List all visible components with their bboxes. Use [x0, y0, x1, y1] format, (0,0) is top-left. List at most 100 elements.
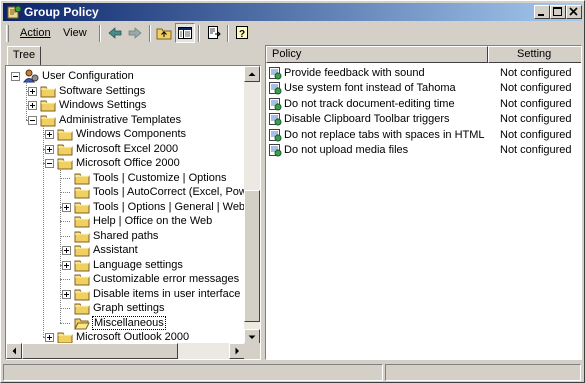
tab-tree[interactable]: Tree — [7, 46, 41, 65]
tree-connector-line — [60, 192, 70, 193]
tree-item[interactable]: Graph settings — [6, 301, 245, 315]
maximize-button[interactable] — [550, 5, 566, 19]
tree-item[interactable]: Miscellaneous — [6, 315, 245, 330]
tree-item[interactable]: Microsoft Excel 2000 — [6, 142, 245, 156]
toolbar-grip[interactable] — [6, 25, 9, 42]
vertical-scroll-thumb[interactable] — [244, 190, 260, 322]
show-hide-tree-icon — [178, 27, 192, 39]
tree-item[interactable]: Microsoft Outlook 2000 — [6, 330, 245, 344]
collapse-icon[interactable] — [45, 159, 54, 168]
scroll-up-button[interactable] — [244, 66, 260, 82]
folder-icon — [74, 303, 90, 315]
left-tab-strip: Tree — [4, 45, 261, 65]
back-button[interactable] — [105, 23, 125, 43]
collapse-icon[interactable] — [28, 115, 37, 125]
tree-item[interactable]: Tools | AutoCorrect (Excel, PowerP — [6, 185, 245, 199]
tree-item[interactable]: Windows Components — [6, 127, 245, 141]
toolbar-separator — [227, 25, 229, 42]
policy-setting-value: Not configured — [500, 128, 572, 141]
scroll-right-button[interactable] — [229, 343, 245, 359]
folder-icon — [40, 100, 56, 112]
folder-icon — [74, 289, 90, 300]
tree-item-label: Customizable error messages — [93, 273, 240, 285]
expand-icon[interactable] — [62, 246, 71, 255]
tree-item[interactable]: Language settings — [6, 258, 245, 272]
tree-item[interactable]: Assistant — [6, 243, 245, 257]
expand-icon[interactable] — [28, 101, 37, 110]
tree-item-label: Tools | Customize | Options — [93, 171, 227, 184]
tree-item[interactable]: User Configuration — [6, 69, 245, 83]
title-bar[interactable]: Group Policy — [3, 3, 582, 21]
folder-icon — [40, 115, 56, 126]
tree-item-label: Software Settings — [59, 84, 146, 97]
tree-view[interactable]: User Configuration Software Settings Windo… — [6, 66, 245, 345]
collapse-icon[interactable] — [11, 72, 20, 81]
tree-vertical-scrollbar[interactable] — [244, 66, 260, 345]
horizontal-scroll-thumb[interactable] — [22, 343, 178, 359]
export-list-button[interactable] — [204, 23, 224, 43]
tree-connector-line — [60, 279, 70, 280]
column-header-policy[interactable]: Policy — [266, 46, 488, 63]
policy-row[interactable]: Do not replace tabs with spaces in HTML N… — [266, 128, 581, 143]
expand-icon[interactable] — [62, 202, 71, 212]
folder-icon — [74, 202, 90, 213]
policy-setting-icon — [269, 113, 282, 126]
folder-open-icon — [74, 318, 90, 329]
menu-action[interactable]: Action — [17, 26, 54, 42]
forward-button[interactable] — [125, 23, 145, 43]
tree-item-label: Tools | AutoCorrect (Excel, PowerP — [93, 186, 245, 198]
policy-name: Provide feedback with sound — [284, 67, 425, 79]
policy-row[interactable]: Do not track document-editing time Not co… — [266, 97, 581, 112]
tree-item[interactable]: Shared paths — [6, 229, 245, 243]
tree-horizontal-scrollbar[interactable] — [6, 343, 245, 359]
tree-item[interactable]: Administrative Templates — [6, 113, 245, 127]
menu-action-label: Action — [20, 27, 51, 39]
column-header-setting[interactable]: Setting — [488, 46, 581, 63]
toolbar-separator — [149, 25, 151, 42]
scroll-left-button[interactable] — [6, 343, 22, 359]
tree-item[interactable]: Tools | Options | General | Web Op — [6, 200, 245, 214]
tree-item-label: Disable items in user interface — [93, 287, 241, 300]
policy-row[interactable]: Disable Clipboard Toolbar triggers Not co… — [266, 112, 581, 127]
toolbar-separator — [99, 25, 101, 42]
user-config-icon — [23, 69, 39, 83]
expand-icon[interactable] — [45, 333, 54, 342]
tree-connector-line — [60, 308, 70, 309]
forward-arrow-icon — [128, 27, 142, 39]
tree-connector-line — [60, 322, 70, 324]
tree-item[interactable]: Microsoft Office 2000 — [6, 156, 245, 170]
expand-icon[interactable] — [45, 130, 54, 139]
policy-row[interactable]: Use system font instead of Tahoma Not con… — [266, 81, 581, 96]
tree-item-label: Microsoft Excel 2000 — [76, 142, 179, 155]
policy-setting-icon — [269, 144, 282, 157]
tree-item[interactable]: Tools | Customize | Options — [6, 171, 245, 185]
tree-item[interactable]: Help | Office on the Web — [6, 214, 245, 228]
arrow-right-icon — [235, 347, 239, 355]
tree-pane: User Configuration Software Settings Windo… — [5, 65, 261, 360]
policy-row[interactable]: Do not upload media files Not configured — [266, 143, 581, 158]
policy-row[interactable]: Provide feedback with sound Not configure… — [266, 66, 581, 81]
up-one-level-button[interactable] — [154, 23, 174, 43]
close-button[interactable] — [566, 5, 582, 19]
help-button[interactable]: ? — [232, 23, 252, 43]
tree-item-label: Microsoft Office 2000 — [76, 157, 180, 169]
close-icon — [569, 7, 578, 16]
tree-item-label: Help | Office on the Web — [93, 215, 213, 227]
expand-icon[interactable] — [62, 289, 71, 299]
arrow-down-icon — [248, 335, 256, 339]
tree-item[interactable]: Windows Settings — [6, 98, 245, 112]
menu-view[interactable]: View — [60, 26, 90, 42]
menu-toolbar: Action View ? — [3, 22, 582, 45]
tree-item[interactable]: Software Settings — [6, 84, 245, 98]
tree-item[interactable]: Customizable error messages — [6, 272, 245, 286]
expand-icon[interactable] — [62, 260, 71, 270]
help-icon: ? — [236, 26, 248, 40]
tree-connector-line — [60, 177, 70, 179]
expand-icon[interactable] — [45, 144, 54, 154]
toolbar-separator — [198, 25, 200, 42]
show-hide-tree-button[interactable] — [175, 23, 195, 43]
policy-name: Do not track document-editing time — [284, 97, 455, 110]
minimize-button[interactable] — [534, 5, 550, 19]
tree-item[interactable]: Disable items in user interface — [6, 287, 245, 301]
expand-icon[interactable] — [28, 86, 37, 96]
